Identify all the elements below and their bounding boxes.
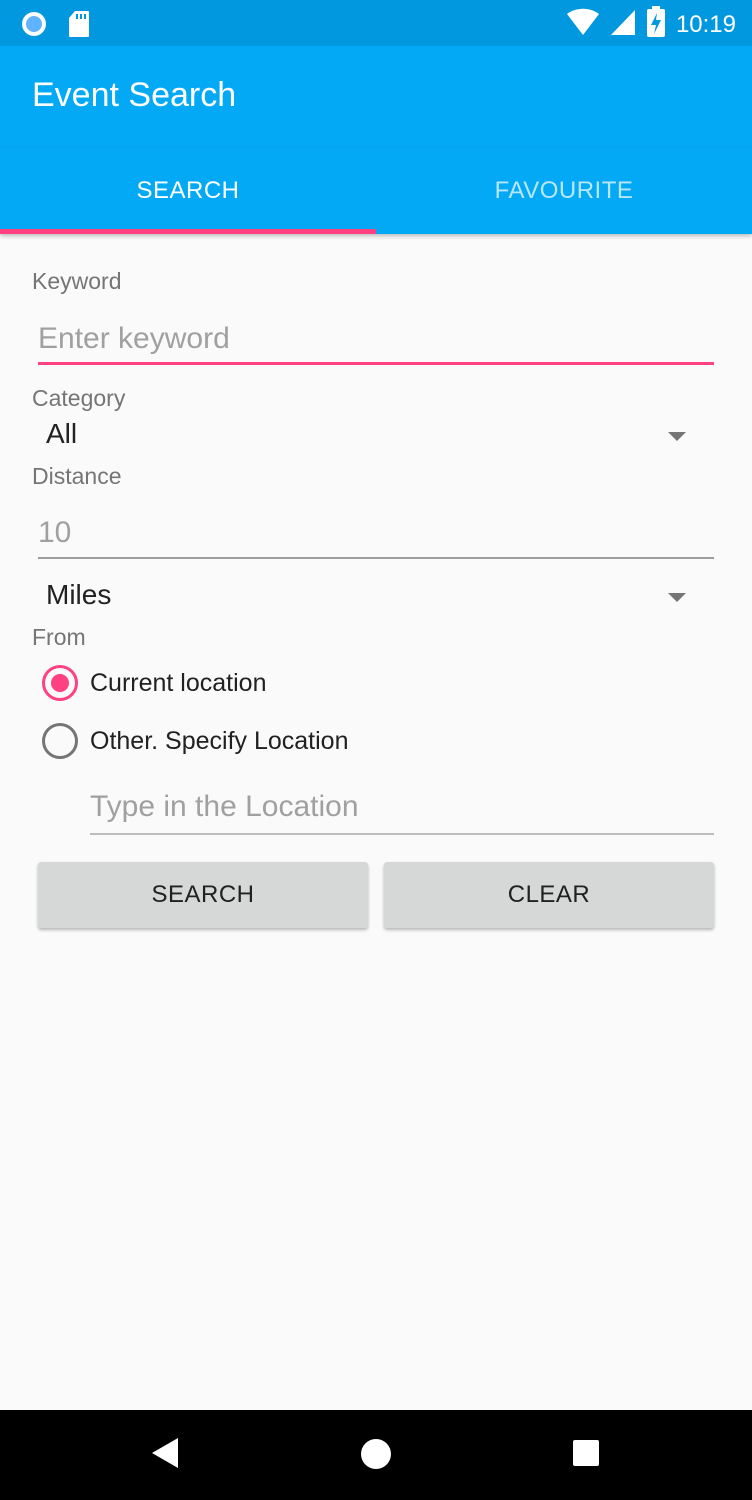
location-placeholder: Type in the Location: [90, 790, 359, 823]
circle-notification-icon: [20, 10, 48, 43]
distance-input[interactable]: 10: [38, 510, 714, 562]
category-label: Category: [32, 385, 126, 411]
tab-search-label: SEARCH: [136, 177, 240, 204]
clear-button[interactable]: CLEAR: [384, 862, 714, 928]
distance-placeholder: 10: [38, 516, 72, 549]
radio-unchecked-icon: [42, 723, 78, 759]
recents-icon[interactable]: [572, 1439, 600, 1472]
chevron-down-icon: [668, 593, 686, 602]
status-time: 10:19: [675, 10, 736, 38]
location-input[interactable]: Type in the Location: [90, 784, 714, 836]
tab-search[interactable]: SEARCH: [0, 148, 376, 234]
unit-dropdown[interactable]: Miles: [32, 577, 714, 619]
radio-other-location-label: Other. Specify Location: [90, 727, 349, 755]
radio-checked-icon: [42, 665, 78, 701]
search-button[interactable]: SEARCH: [38, 862, 368, 928]
back-icon[interactable]: [150, 1436, 180, 1475]
keyword-label: Keyword: [32, 268, 122, 294]
location-underline: [90, 833, 714, 835]
category-value: All: [46, 418, 78, 449]
search-button-label: SEARCH: [151, 881, 255, 908]
radio-current-location-label: Current location: [90, 669, 267, 697]
category-dropdown[interactable]: All: [32, 416, 714, 458]
app-bar: Event Search: [0, 46, 752, 148]
distance-label: Distance: [32, 463, 122, 489]
status-bar: 10:19: [0, 0, 752, 46]
home-icon[interactable]: [360, 1438, 392, 1475]
distance-underline: [38, 557, 714, 559]
keyword-underline: [38, 362, 714, 365]
cell-signal-icon: [610, 8, 636, 41]
keyword-placeholder: Enter keyword: [38, 322, 230, 355]
tab-bar: SEARCH FAVOURITE: [0, 148, 752, 234]
radio-other-location[interactable]: Other. Specify Location: [0, 720, 420, 764]
chevron-down-icon: [668, 432, 686, 441]
radio-current-location[interactable]: Current location: [0, 662, 400, 706]
tab-favourite-label: FAVOURITE: [494, 177, 634, 204]
from-label: From: [32, 624, 86, 650]
battery-charging-icon: [646, 6, 666, 43]
app-title: Event Search: [32, 76, 237, 114]
unit-value: Miles: [46, 579, 112, 610]
clear-button-label: CLEAR: [507, 881, 591, 908]
sd-card-icon: [68, 10, 90, 43]
wifi-icon: [566, 8, 600, 41]
search-form: Keyword Enter keyword Category All Dista…: [0, 234, 752, 1410]
keyword-input[interactable]: Enter keyword: [38, 314, 714, 366]
navigation-bar: [0, 1410, 752, 1500]
tab-favourite[interactable]: FAVOURITE: [376, 148, 752, 234]
